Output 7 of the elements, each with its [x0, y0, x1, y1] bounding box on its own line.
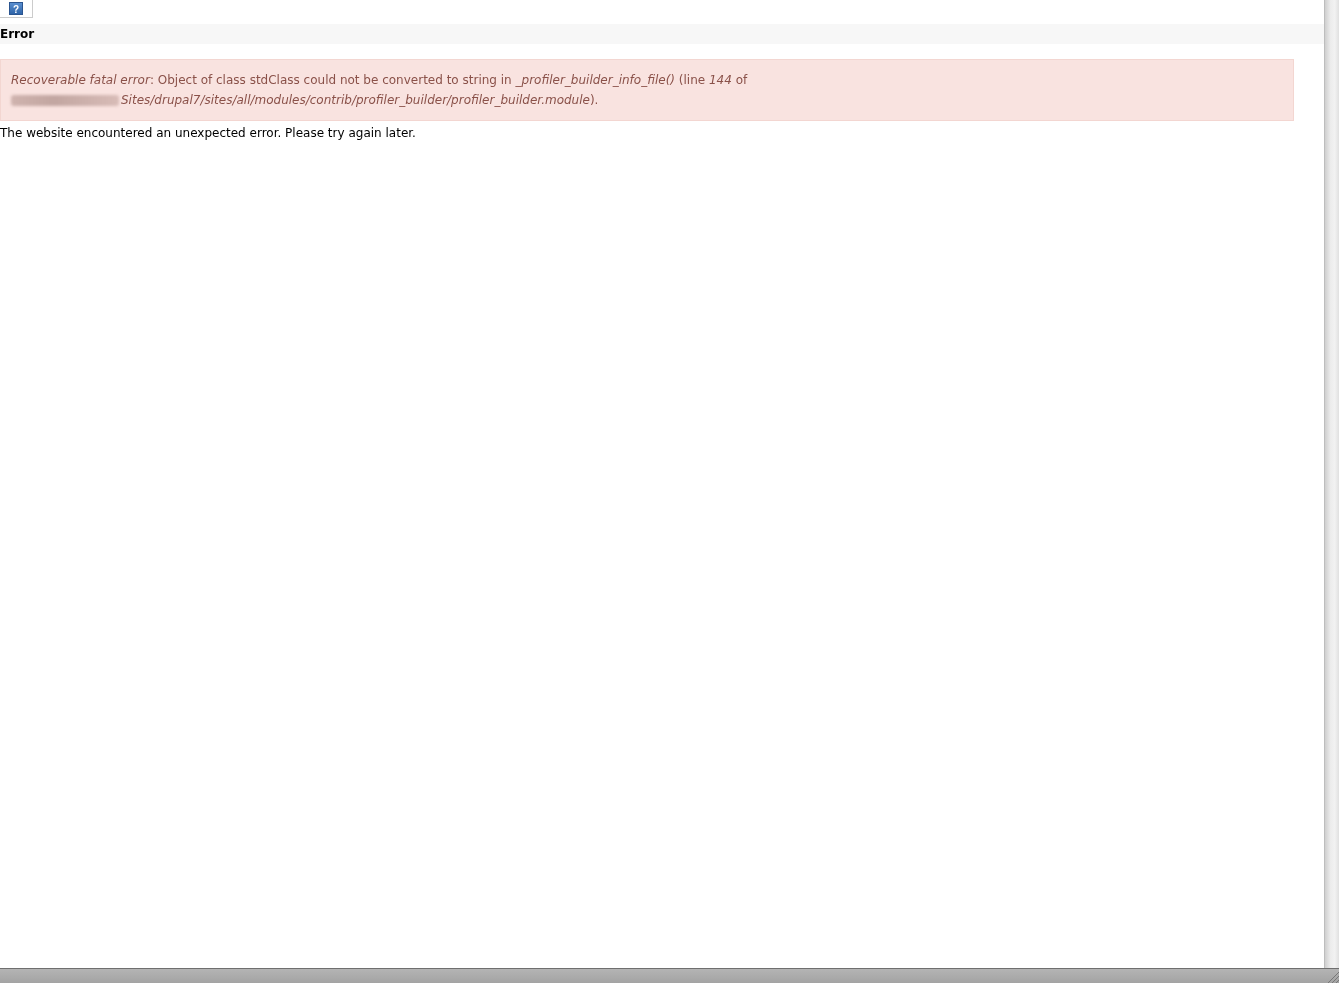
resize-grip-icon[interactable]	[1327, 971, 1339, 983]
help-button[interactable]: ?	[0, 0, 33, 18]
page-title: Error	[0, 24, 1324, 44]
error-notice-text: The website encountered an unexpected error. Please try again later.	[0, 125, 417, 141]
help-icon: ?	[9, 2, 23, 15]
error-message-text: Recoverable fatal error: Object of class stdClass could not be converted to string in _profiler_builder_info_file() (line 144 of	[11, 73, 748, 87]
error-message-text: Sites/drupal7/sites/all/modules/contrib/profiler_builder/profiler_builder.module).	[121, 93, 599, 107]
